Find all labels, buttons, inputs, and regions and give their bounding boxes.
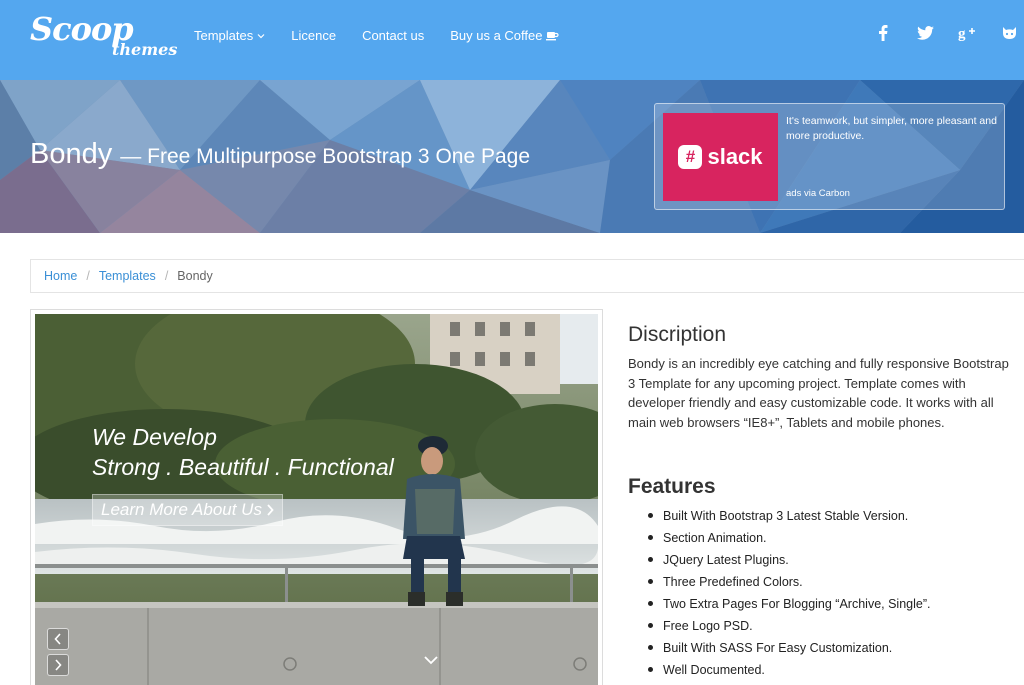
page-hero: Bondy — Free Multipurpose Bootstrap 3 On… [0,80,1024,233]
github-icon[interactable] [1000,24,1018,42]
feature-item: Free Logo PSD. [648,615,930,637]
google-plus-icon[interactable]: g [958,24,976,42]
features-list: Built With Bootstrap 3 Latest Stable Ver… [648,505,930,681]
preview-headline-1: We Develop [92,424,217,450]
page-title: Bondy — Free Multipurpose Bootstrap 3 On… [30,138,530,171]
ad-text[interactable]: It's teamwork, but simpler, more pleasan… [786,114,998,144]
breadcrumb-current: Bondy [177,269,213,283]
description-section: Discription Bondy is an incredibly eye c… [628,323,1018,432]
chevron-right-icon [55,659,62,671]
learn-more-label: Learn More About Us [101,500,262,519]
ad-brand-text: slack [707,144,763,169]
feature-item: Built With Bootstrap 3 Latest Stable Ver… [648,505,930,527]
features-heading: Features [628,475,716,498]
chevron-down-icon [424,656,438,665]
site-logo[interactable]: Scoop themes [30,10,177,59]
carbon-ad[interactable]: # slack It's teamwork, but simpler, more… [654,103,1005,210]
nav-item-label: Licence [291,28,337,43]
page-title-subtitle: — Free Multipurpose Bootstrap 3 One Page [120,145,531,168]
main-nav: Templates Licence Contact us Buy us a Co… [194,28,560,43]
page-title-main: Bondy [30,138,113,170]
breadcrumb-separator: / [164,269,169,283]
scroll-down-button[interactable] [424,652,438,670]
breadcrumb-templates[interactable]: Templates [99,269,156,283]
feature-item: Well Documented. [648,659,930,681]
chevron-right-icon [267,504,274,516]
breadcrumb: Home / Templates / Bondy [30,259,1024,293]
nav-item-label: Contact us [362,28,425,43]
nav-item-contact[interactable]: Contact us [362,28,424,43]
breadcrumb-home[interactable]: Home [44,269,77,283]
twitter-icon[interactable] [916,24,934,42]
slack-logo-icon: # [678,145,703,169]
feature-item: JQuery Latest Plugins. [648,549,930,571]
ad-image[interactable]: # slack [663,113,778,201]
ad-via-link[interactable]: ads via Carbon [786,188,850,199]
breadcrumb-separator: / [86,269,90,283]
nav-item-label: Buy us a Coffee [450,28,543,43]
chevron-left-icon [54,633,61,645]
description-text: Bondy is an incredibly eye catching and … [628,356,1009,430]
template-screenshot[interactable]: We Develop Strong . Beautiful . Function… [35,314,598,685]
logo-sub-text: themes [112,40,178,59]
description-heading: Discription [628,323,727,346]
feature-item: Two Extra Pages For Blogging “Archive, S… [648,593,930,615]
feature-item: Three Predefined Colors. [648,571,930,593]
learn-more-button[interactable]: Learn More About Us [92,494,283,526]
preview-headline-2: Strong . Beautiful . Functional [92,454,394,480]
chevron-down-icon [257,33,265,38]
nav-item-templates[interactable]: Templates [194,28,265,43]
nav-item-licence[interactable]: Licence [291,28,336,43]
svg-text:g: g [958,26,966,41]
facebook-icon[interactable] [874,24,892,42]
slider-prev-button[interactable] [47,628,69,650]
top-navbar: Scoop themes Templates Licence Contact u… [0,0,1024,80]
feature-item: Section Animation. [648,527,930,549]
social-links: g [874,24,1018,42]
template-preview: We Develop Strong . Beautiful . Function… [30,309,603,685]
slider-next-button[interactable] [47,654,69,676]
nav-item-buy-coffee[interactable]: Buy us a Coffee [450,28,560,43]
feature-item: Built With SASS For Easy Customization. [648,637,930,659]
coffee-cup-icon [546,31,560,40]
nav-item-label: Templates [194,28,254,43]
